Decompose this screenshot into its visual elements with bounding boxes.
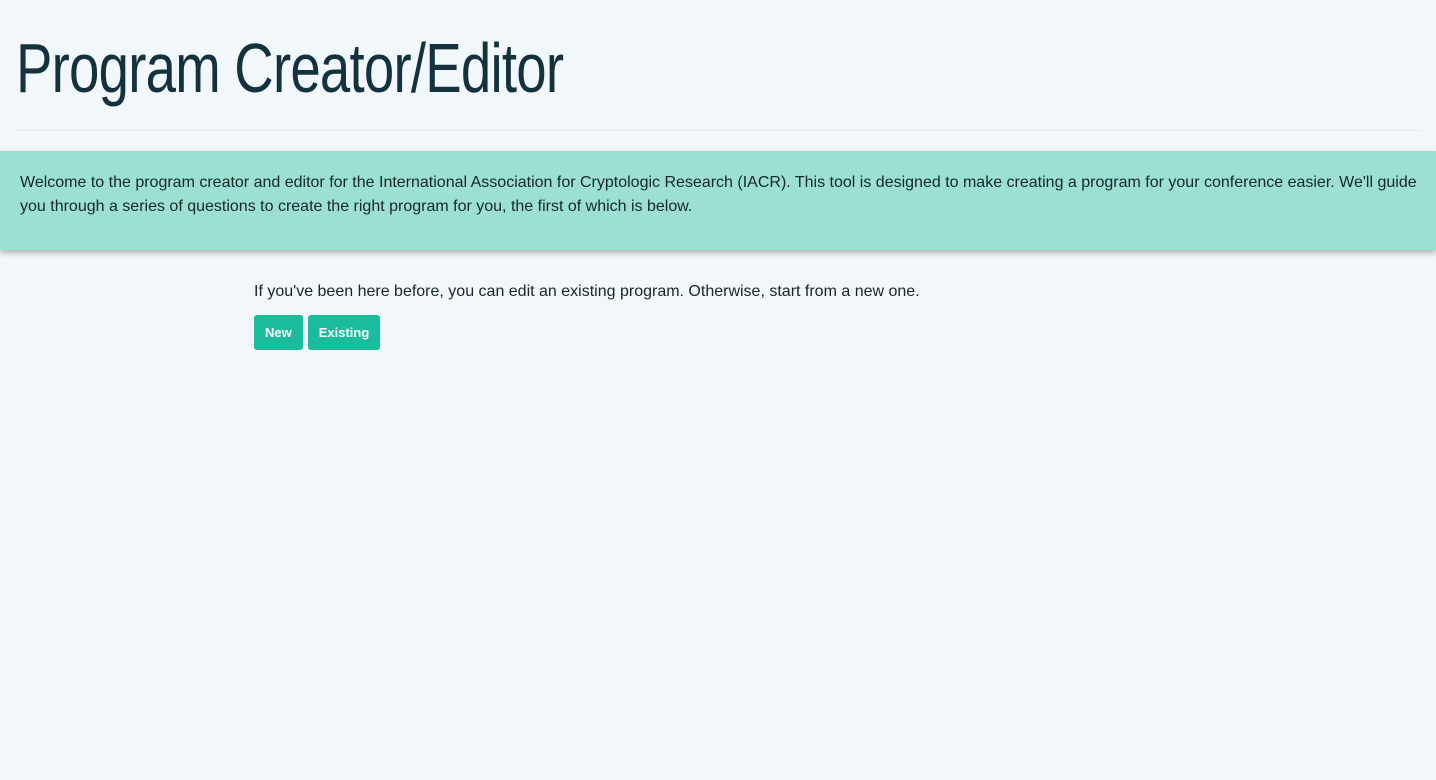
existing-program-button[interactable]: Existing [307,315,381,350]
new-program-button[interactable]: New [254,315,303,350]
page-header: Program Creator/Editor [16,0,1420,131]
page-title: Program Creator/Editor [16,29,564,107]
welcome-banner: Welcome to the program creator and edito… [0,151,1436,250]
program-choice-buttons: New Existing [254,315,920,350]
program-choice-prompt: If you've been here before, you can edit… [254,283,920,300]
main-content: If you've been here before, you can edit… [254,280,920,350]
welcome-text: Welcome to the program creator and edito… [20,174,1417,215]
